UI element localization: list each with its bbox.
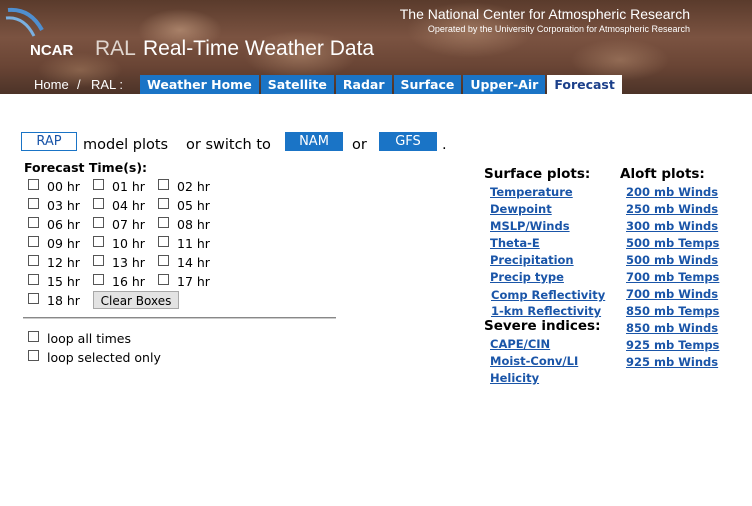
link-precipitation[interactable]: Precipitation [490,253,574,267]
link-mslp-winds[interactable]: MSLP/Winds [490,219,570,233]
link-850mb-winds[interactable]: 850 mb Winds [626,321,718,335]
label-06hr: 06 hr [47,217,80,232]
link-theta-e[interactable]: Theta-E [490,236,540,250]
link-925mb-winds[interactable]: 925 mb Winds [626,355,718,369]
label-02hr: 02 hr [177,179,210,194]
breadcrumb-separator: / [77,77,81,92]
label-01hr: 01 hr [112,179,145,194]
checkbox-loop-selected[interactable] [28,350,39,361]
link-700mb-winds[interactable]: 700 mb Winds [626,287,718,301]
forecast-times-label: Forecast Time(s): [24,160,148,175]
org-name[interactable]: The National Center for Atmospheric Rese… [400,6,690,22]
label-13hr: 13 hr [112,255,145,270]
checkbox-loop-all[interactable] [28,331,39,342]
link-1km-reflectivity[interactable]: 1-km Reflectivity [491,304,601,318]
label-loop-all: loop all times [47,331,132,346]
link-700mb-temps[interactable]: 700 mb Temps [626,270,719,284]
link-comp-reflectivity[interactable]: Comp Reflectivity [491,288,605,302]
tab-weather-home[interactable]: Weather Home [140,75,259,94]
switch-gfs-button[interactable]: GFS [379,132,437,151]
model-plots-text: model plots [83,137,169,153]
label-14hr: 14 hr [177,255,210,270]
divider [23,317,336,319]
tab-radar[interactable]: Radar [335,75,392,94]
link-500mb-winds[interactable]: 500 mb Winds [626,253,718,267]
switch-nam-button[interactable]: NAM [285,132,343,151]
checkbox-08hr[interactable] [158,217,169,228]
label-05hr: 05 hr [177,198,210,213]
link-500mb-temps[interactable]: 500 mb Temps [626,236,719,250]
or-text: or [352,137,367,153]
checkbox-17hr[interactable] [158,274,169,285]
severe-indices-heading: Severe indices: [484,318,601,334]
label-15hr: 15 hr [47,274,80,289]
checkbox-16hr[interactable] [93,274,104,285]
link-moist-conv-li[interactable]: Moist-Conv/LI [490,354,578,368]
checkbox-01hr[interactable] [93,179,104,190]
tab-upper-air[interactable]: Upper-Air [463,75,546,94]
link-temperature[interactable]: Temperature [490,185,573,199]
label-loop-selected: loop selected only [47,350,161,365]
tab-surface[interactable]: Surface [393,75,462,94]
label-09hr: 09 hr [47,236,80,251]
checkbox-02hr[interactable] [158,179,169,190]
label-03hr: 03 hr [47,198,80,213]
current-model-rap: RAP [21,132,77,151]
checkbox-09hr[interactable] [28,236,39,247]
label-00hr: 00 hr [47,179,80,194]
ncar-logo-text[interactable]: NCAR [30,42,73,59]
breadcrumb-home[interactable]: Home [34,77,69,92]
tab-forecast[interactable]: Forecast [547,75,622,94]
checkbox-10hr[interactable] [93,236,104,247]
link-300mb-winds[interactable]: 300 mb Winds [626,219,718,233]
link-250mb-winds[interactable]: 250 mb Winds [626,202,718,216]
checkbox-15hr[interactable] [28,274,39,285]
label-17hr: 17 hr [177,274,210,289]
main-nav: Weather Home Satellite Radar Surface Upp… [140,75,624,94]
clear-boxes-button[interactable]: Clear Boxes [93,291,179,309]
checkbox-05hr[interactable] [158,198,169,209]
label-10hr: 10 hr [112,236,145,251]
label-08hr: 08 hr [177,217,210,232]
checkbox-11hr[interactable] [158,236,169,247]
label-11hr: 11 hr [177,236,210,251]
label-18hr: 18 hr [47,293,80,308]
checkbox-18hr[interactable] [28,293,39,304]
breadcrumb-ral[interactable]: RAL : [91,77,123,92]
aloft-plots-heading: Aloft plots: [620,166,705,182]
checkbox-03hr[interactable] [28,198,39,209]
label-07hr: 07 hr [112,217,145,232]
tab-satellite[interactable]: Satellite [260,75,334,94]
ral-logo-text[interactable]: RAL [95,37,136,61]
link-200mb-winds[interactable]: 200 mb Winds [626,185,718,199]
or-switch-text: or switch to [186,137,271,153]
link-helicity[interactable]: Helicity [490,371,539,385]
checkbox-13hr[interactable] [93,255,104,266]
checkbox-07hr[interactable] [93,217,104,228]
label-16hr: 16 hr [112,274,145,289]
checkbox-00hr[interactable] [28,179,39,190]
label-12hr: 12 hr [47,255,80,270]
org-subtitle[interactable]: Operated by the University Corporation f… [428,24,690,34]
checkbox-14hr[interactable] [158,255,169,266]
period-text: . [442,137,447,153]
ncar-swoosh-icon [5,7,44,37]
link-cape-cin[interactable]: CAPE/CIN [490,337,550,351]
checkbox-06hr[interactable] [28,217,39,228]
site-title: Real-Time Weather Data [143,37,375,60]
link-precip-type[interactable]: Precip type [490,270,564,284]
link-850mb-temps[interactable]: 850 mb Temps [626,304,719,318]
checkbox-12hr[interactable] [28,255,39,266]
label-04hr: 04 hr [112,198,145,213]
surface-plots-heading: Surface plots: [484,166,591,182]
checkbox-04hr[interactable] [93,198,104,209]
link-dewpoint[interactable]: Dewpoint [490,202,552,216]
link-925mb-temps[interactable]: 925 mb Temps [626,338,719,352]
